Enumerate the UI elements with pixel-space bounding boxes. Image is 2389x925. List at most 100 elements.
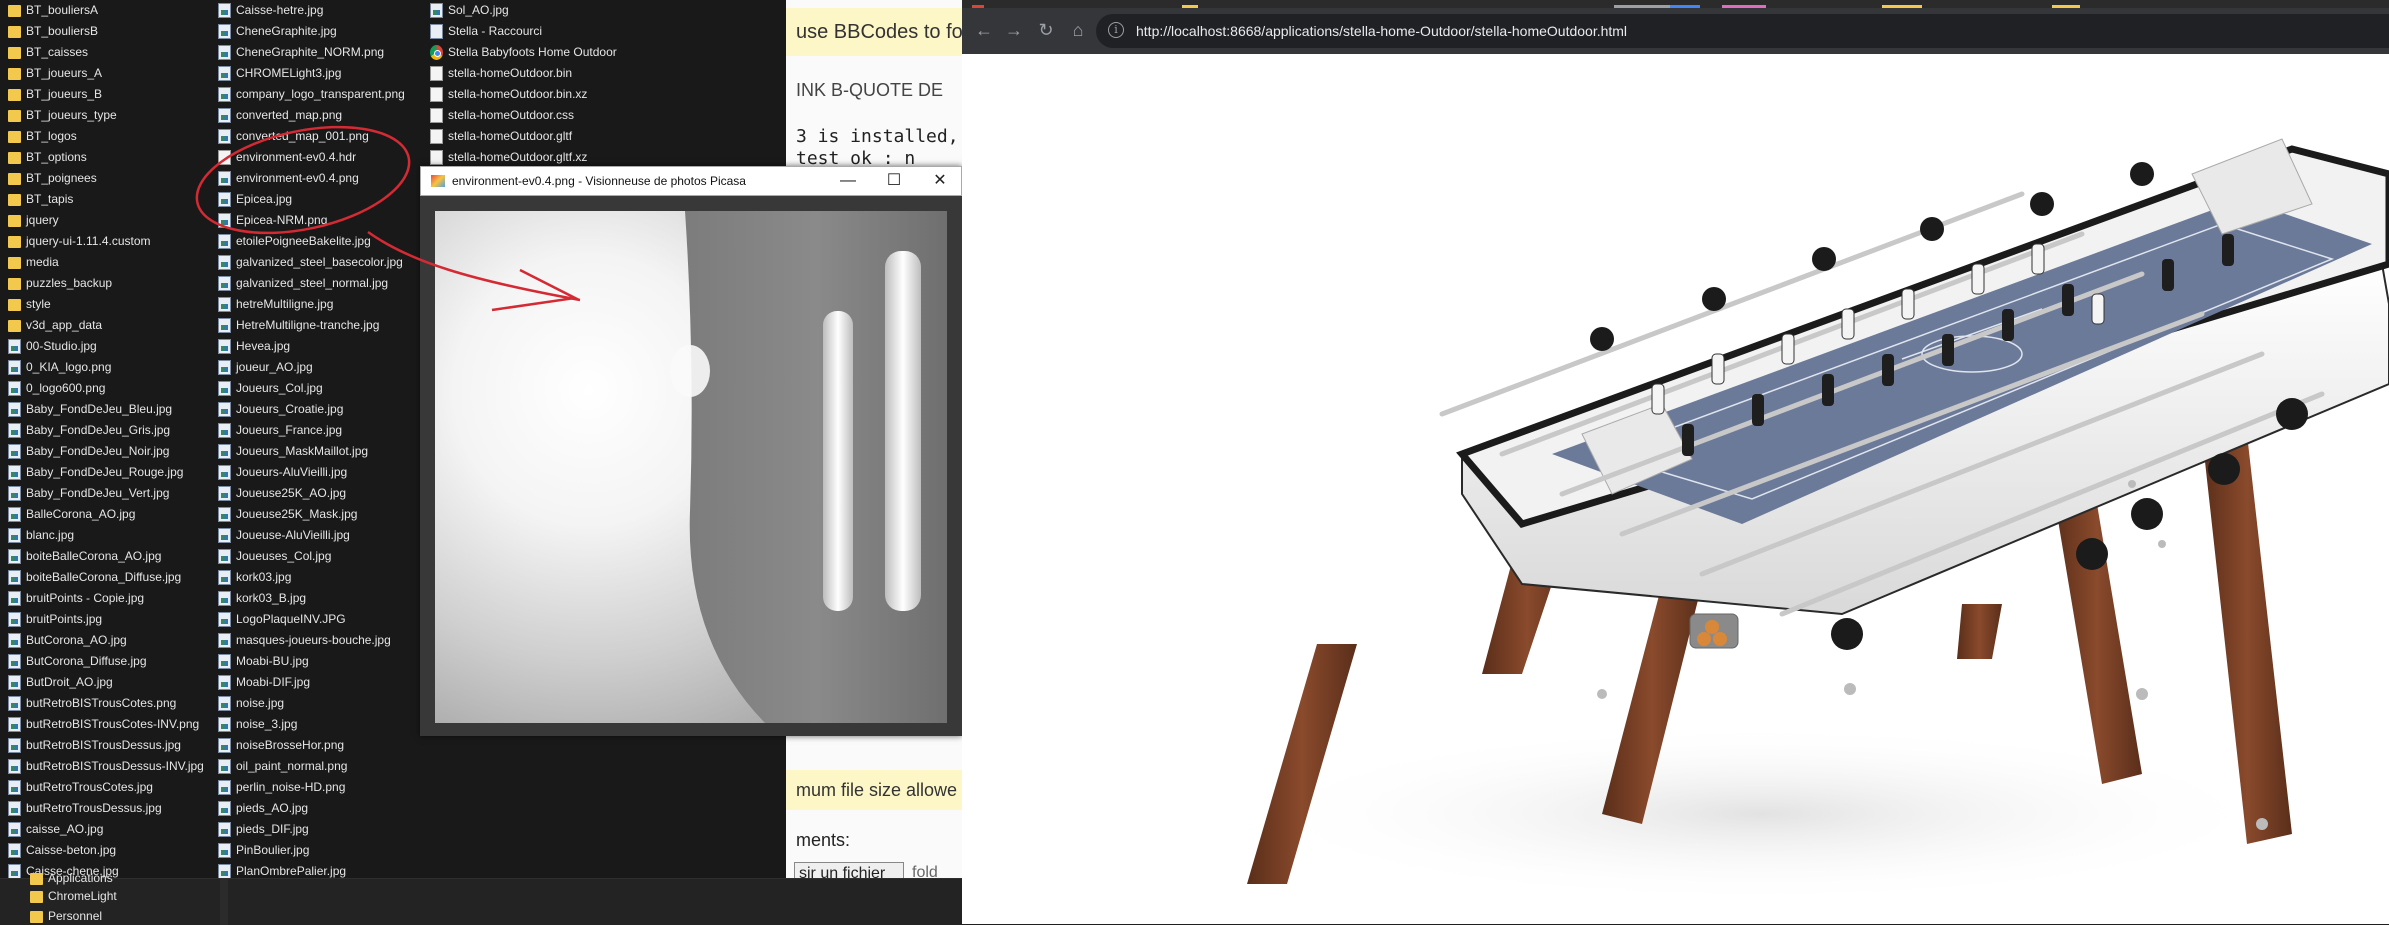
file-item[interactable]: Caisse-beton.jpg <box>8 840 204 861</box>
folder-item[interactable]: BT_joueurs_B <box>8 84 204 105</box>
file-item[interactable]: Epicea-NRM.png <box>218 210 405 231</box>
file-item[interactable]: Moabi-DIF.jpg <box>218 672 405 693</box>
file-item[interactable]: noise_3.jpg <box>218 714 405 735</box>
file-item[interactable]: noise.jpg <box>218 693 405 714</box>
folder-item[interactable]: jquery-ui-1.11.4.custom <box>8 231 204 252</box>
folder-item[interactable]: style <box>8 294 204 315</box>
file-item[interactable]: pieds_AO.jpg <box>218 798 405 819</box>
file-item[interactable]: pieds_DIF.jpg <box>218 819 405 840</box>
folder-item[interactable]: BT_caisses <box>8 42 204 63</box>
file-item[interactable]: ButCorona_AO.jpg <box>8 630 204 651</box>
file-item[interactable]: Joueuse-AluVieilli.jpg <box>218 525 405 546</box>
file-item[interactable]: Baby_FondDeJeu_Gris.jpg <box>8 420 204 441</box>
bbcode-toolbar[interactable]: INK B-QUOTE DE <box>796 80 943 101</box>
file-item[interactable]: 0_logo600.png <box>8 378 204 399</box>
file-item[interactable]: butRetroBISTrousDessus.jpg <box>8 735 204 756</box>
taskbar-item-applications[interactable]: Applications <box>30 871 113 885</box>
file-item[interactable]: Caisse-hetre.jpg <box>218 0 405 21</box>
file-item[interactable]: etoilePoigneeBakelite.jpg <box>218 231 405 252</box>
file-item[interactable]: stella-homeOutdoor.css <box>430 105 617 126</box>
file-item[interactable]: stella-homeOutdoor.bin.xz <box>430 84 617 105</box>
file-item[interactable]: converted_map_001.png <box>218 126 405 147</box>
viewer-titlebar[interactable]: environment-ev0.4.png - Visionneuse de p… <box>420 166 962 196</box>
file-item[interactable]: Joueurs_Col.jpg <box>218 378 405 399</box>
file-item[interactable]: ButDroit_AO.jpg <box>8 672 204 693</box>
file-item[interactable]: PlanOmbrePalier.jpg <box>218 861 405 878</box>
file-item[interactable]: galvanized_steel_normal.jpg <box>218 273 405 294</box>
file-item[interactable]: Stella - Raccourci <box>430 21 617 42</box>
file-item[interactable]: blanc.jpg <box>8 525 204 546</box>
file-item[interactable]: converted_map.png <box>218 105 405 126</box>
address-bar[interactable]: i http://localhost:8668/applications/ste… <box>1096 14 2389 48</box>
file-item[interactable]: Baby_FondDeJeu_Rouge.jpg <box>8 462 204 483</box>
file-item[interactable]: environment-ev0.4.png <box>218 168 405 189</box>
file-item[interactable]: CheneGraphite.jpg <box>218 21 405 42</box>
file-item[interactable]: butRetroBISTrousCotes.png <box>8 693 204 714</box>
file-item[interactable]: HetreMultiligne-tranche.jpg <box>218 315 405 336</box>
file-item[interactable]: Baby_FondDeJeu_Vert.jpg <box>8 483 204 504</box>
file-item[interactable]: Joueuse25K_Mask.jpg <box>218 504 405 525</box>
folder-item[interactable]: jquery <box>8 210 204 231</box>
foosball-3d-viewport[interactable] <box>962 54 2389 924</box>
file-item[interactable]: 0_KIA_logo.png <box>8 357 204 378</box>
folder-item[interactable]: BT_poignees <box>8 168 204 189</box>
taskbar-item-chromelight[interactable]: ChromeLight <box>30 889 117 903</box>
folder-item[interactable]: BT_joueurs_A <box>8 63 204 84</box>
file-item[interactable]: Epicea.jpg <box>218 189 405 210</box>
file-item[interactable]: joueur_AO.jpg <box>218 357 405 378</box>
file-item[interactable]: Joueuse25K_AO.jpg <box>218 483 405 504</box>
taskbar-item-personnel[interactable]: Personnel <box>30 909 102 923</box>
file-item[interactable]: Joueuses_Col.jpg <box>218 546 405 567</box>
file-item[interactable]: stella-homeOutdoor.gltf <box>430 126 617 147</box>
folder-item[interactable]: BT_joueurs_type <box>8 105 204 126</box>
file-item[interactable]: Moabi-BU.jpg <box>218 651 405 672</box>
file-item[interactable]: CheneGraphite_NORM.png <box>218 42 405 63</box>
file-item[interactable]: galvanized_steel_basecolor.jpg <box>218 252 405 273</box>
file-item[interactable]: CHROMELight3.jpg <box>218 63 405 84</box>
file-item[interactable]: perlin_noise-HD.png <box>218 777 405 798</box>
file-item[interactable]: oil_paint_normal.png <box>218 756 405 777</box>
choose-file-button[interactable]: sir un fichier <box>794 862 904 878</box>
folder-item[interactable]: media <box>8 252 204 273</box>
file-item[interactable]: kork03.jpg <box>218 567 405 588</box>
file-item[interactable]: company_logo_transparent.png <box>218 84 405 105</box>
file-item[interactable]: Joueurs_France.jpg <box>218 420 405 441</box>
file-item[interactable]: boiteBalleCorona_Diffuse.jpg <box>8 567 204 588</box>
file-item[interactable]: Joueurs_MaskMaillot.jpg <box>218 441 405 462</box>
file-item[interactable]: bruitPoints - Copie.jpg <box>8 588 204 609</box>
folder-item[interactable]: BT_logos <box>8 126 204 147</box>
reload-button[interactable]: ↻ <box>1034 18 1058 42</box>
file-item[interactable]: 00-Studio.jpg <box>8 336 204 357</box>
file-item[interactable]: BalleCorona_AO.jpg <box>8 504 204 525</box>
file-item[interactable]: Joueurs_Croatie.jpg <box>218 399 405 420</box>
file-item[interactable]: caisse_AO.jpg <box>8 819 204 840</box>
file-item[interactable]: kork03_B.jpg <box>218 588 405 609</box>
file-item[interactable]: noiseBrosseHor.png <box>218 735 405 756</box>
file-item[interactable]: Sol_AO.jpg <box>430 0 617 21</box>
file-item[interactable]: Baby_FondDeJeu_Noir.jpg <box>8 441 204 462</box>
file-item[interactable]: masques-joueurs-bouche.jpg <box>218 630 405 651</box>
file-item[interactable]: butRetroBISTrousCotes-INV.png <box>8 714 204 735</box>
file-item[interactable]: boiteBalleCorona_AO.jpg <box>8 546 204 567</box>
folder-item[interactable]: puzzles_backup <box>8 273 204 294</box>
back-button[interactable]: ← <box>972 18 996 42</box>
file-item[interactable]: ButCorona_Diffuse.jpg <box>8 651 204 672</box>
folder-item[interactable]: v3d_app_data <box>8 315 204 336</box>
file-item[interactable]: Baby_FondDeJeu_Bleu.jpg <box>8 399 204 420</box>
file-item[interactable]: PinBoulier.jpg <box>218 840 405 861</box>
folder-item[interactable]: BT_bouliersA <box>8 0 204 21</box>
folder-item[interactable]: BT_bouliersB <box>8 21 204 42</box>
file-item[interactable]: LogoPlaqueINV.JPG <box>218 609 405 630</box>
info-icon[interactable]: i <box>1108 22 1124 38</box>
file-item[interactable]: hetreMultiligne.jpg <box>218 294 405 315</box>
file-item[interactable]: butRetroTrousDessus.jpg <box>8 798 204 819</box>
maximize-button[interactable]: ☐ <box>871 167 917 195</box>
file-item[interactable]: bruitPoints.jpg <box>8 609 204 630</box>
minimize-button[interactable]: — <box>825 167 871 195</box>
file-item[interactable]: butRetroBISTrousDessus-INV.jpg <box>8 756 204 777</box>
forward-button[interactable]: → <box>1002 18 1026 42</box>
file-item[interactable]: butRetroTrousCotes.jpg <box>8 777 204 798</box>
close-button[interactable]: ✕ <box>917 167 963 195</box>
file-item[interactable]: Stella Babyfoots Home Outdoor <box>430 42 617 63</box>
file-item[interactable]: stella-homeOutdoor.bin <box>430 63 617 84</box>
